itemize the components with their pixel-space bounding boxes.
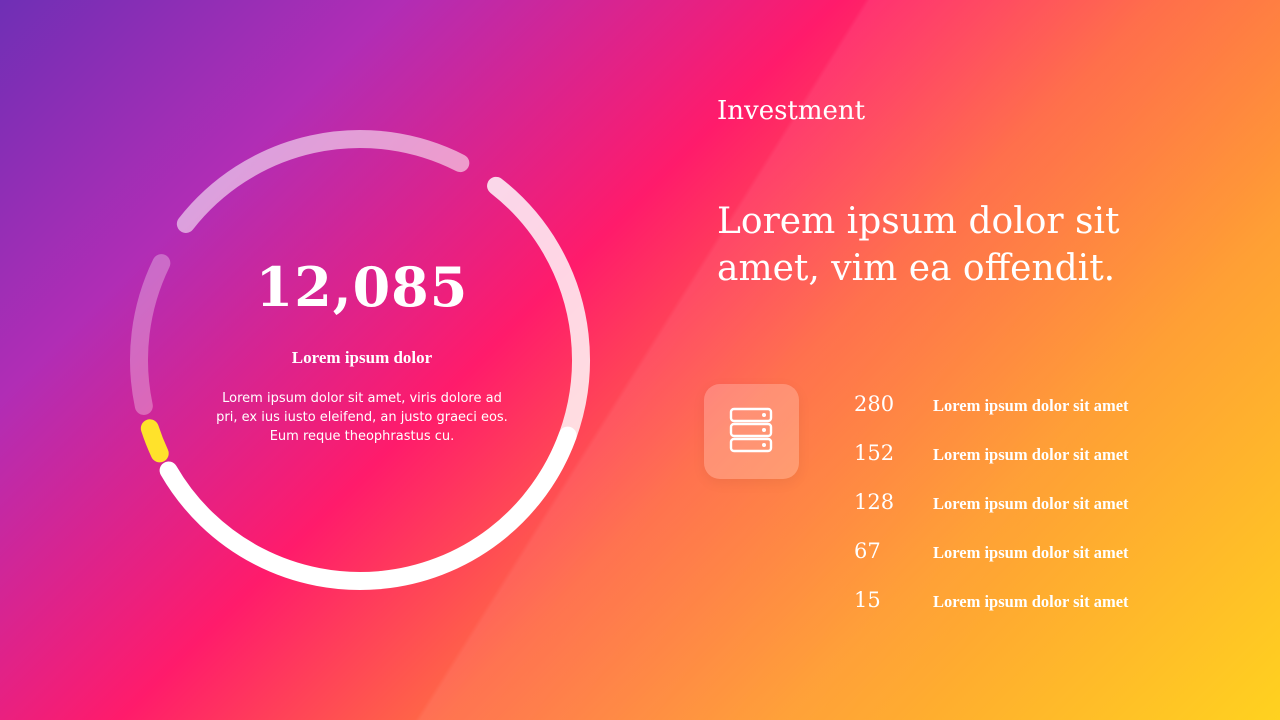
ring-segment-lower-left — [130, 254, 171, 415]
stat-label: Lorem ipsum dolor sit amet — [933, 543, 1129, 562]
stat-value: 67 — [854, 539, 881, 563]
stat-row: 152 Lorem ipsum dolor sit amet — [854, 441, 1184, 471]
ring-segment-accent — [140, 419, 169, 463]
center-description: Lorem ipsum dolor sit amet, viris dolore… — [216, 391, 508, 444]
stat-row: 15 Lorem ipsum dolor sit amet — [854, 588, 1184, 618]
stat-value: 152 — [854, 441, 895, 465]
stat-label: Lorem ipsum dolor sit amet — [933, 592, 1129, 611]
center-value: 12,085 — [255, 255, 469, 319]
stat-label: Lorem ipsum dolor sit amet — [933, 445, 1129, 464]
section-title: Investment — [717, 96, 866, 126]
stat-row: 280 Lorem ipsum dolor sit amet — [854, 392, 1184, 422]
stat-value: 280 — [854, 392, 895, 416]
stat-row: 67 Lorem ipsum dolor sit amet — [854, 539, 1184, 569]
stat-row: 128 Lorem ipsum dolor sit amet — [854, 490, 1184, 520]
ring-segment-main — [159, 426, 577, 590]
server-stack-icon — [729, 407, 773, 453]
stat-label: Lorem ipsum dolor sit amet — [933, 396, 1129, 415]
stat-label: Lorem ipsum dolor sit amet — [933, 494, 1129, 513]
stat-value: 15 — [854, 588, 881, 612]
server-icon-tile — [704, 384, 799, 479]
stat-value: 128 — [854, 490, 895, 514]
headline: Lorem ipsum dolor sit amet, vim ea offen… — [717, 201, 1120, 289]
ring-segment-top — [487, 176, 590, 509]
center-heading: Lorem ipsum dolor — [291, 348, 433, 367]
ring-segment-upper-left — [176, 130, 470, 233]
